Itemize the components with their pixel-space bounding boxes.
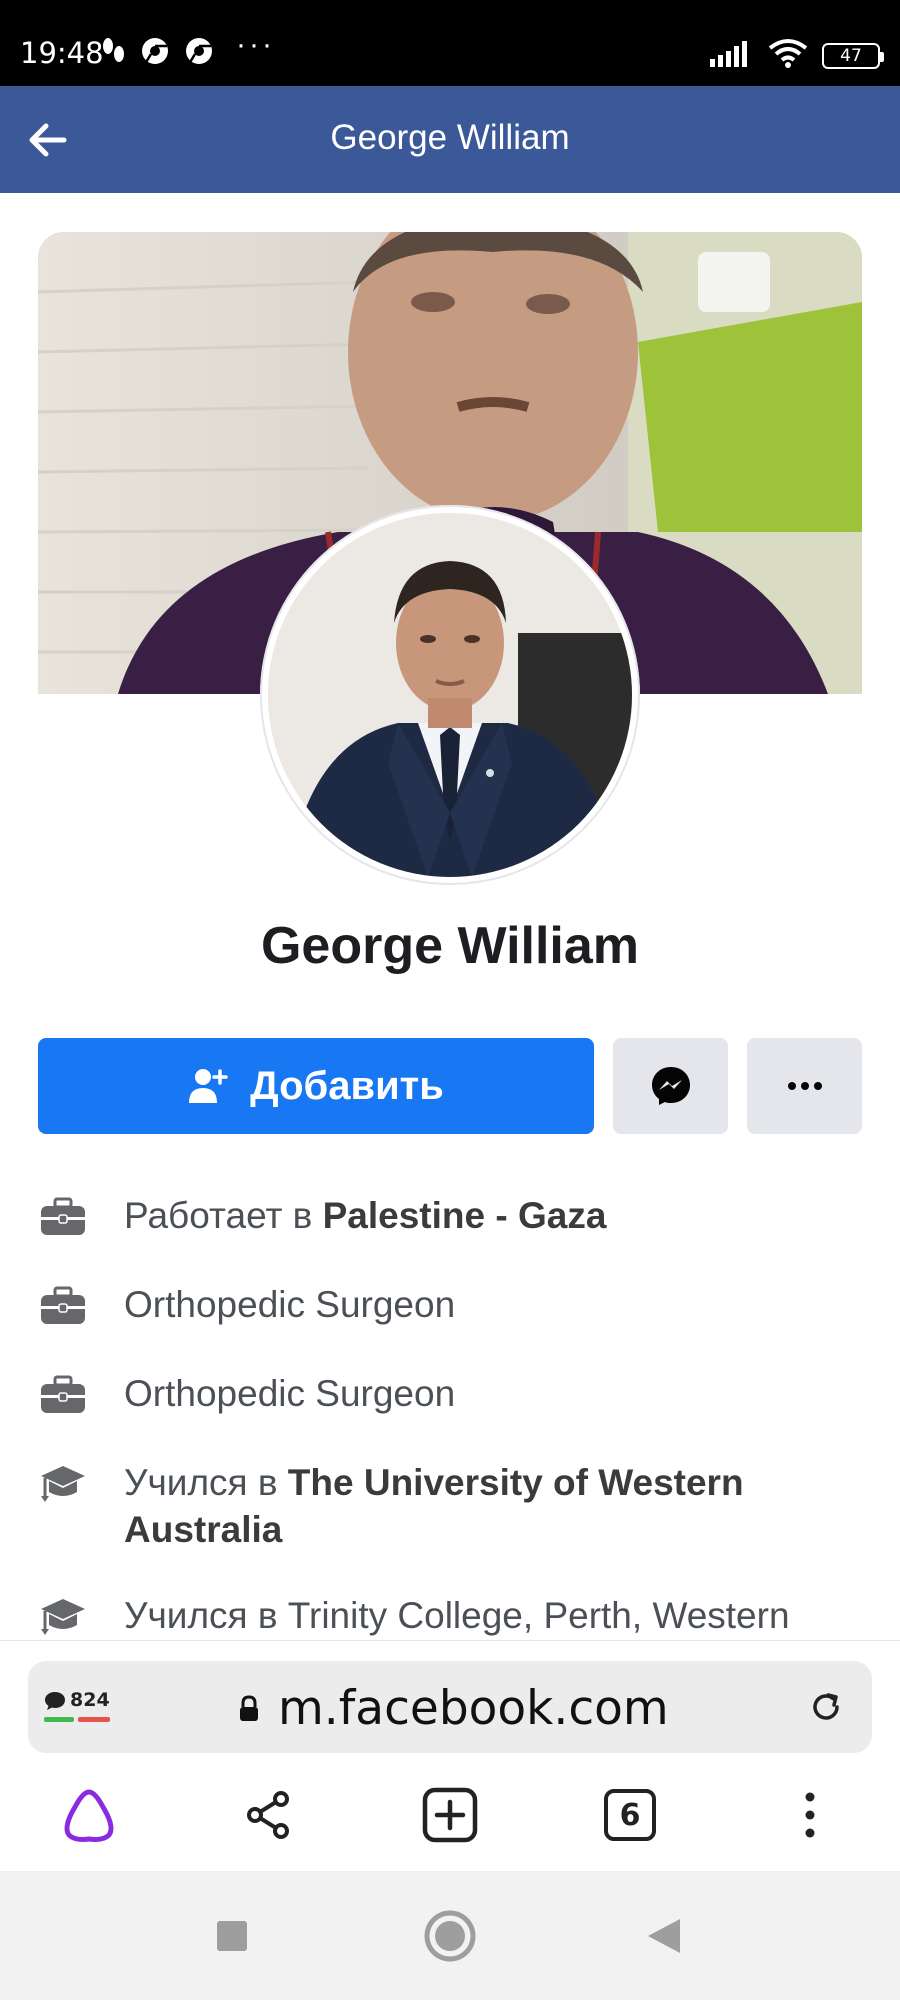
comment-bubble-icon: [45, 1692, 65, 1710]
profile-name: George William: [260, 917, 640, 975]
triangle-back-icon: [648, 1919, 680, 1953]
chrome-icon: [140, 36, 170, 71]
share-icon: [247, 1791, 289, 1839]
briefcase-icon: [38, 1192, 88, 1242]
square-icon: [217, 1921, 247, 1951]
comment-count: 824: [70, 1689, 110, 1711]
chrome-icon: [184, 36, 214, 71]
info-row-work: Работает в Palestine - Gaza: [38, 1192, 868, 1242]
info-row-education: Учился в The University of Western Austr…: [38, 1459, 868, 1553]
avatar-photo: [268, 513, 632, 877]
info-text: Работает в Palestine - Gaza: [124, 1195, 607, 1236]
info-row-position: Orthopedic Surgeon: [38, 1370, 868, 1420]
add-friend-label: Добавить: [250, 1063, 444, 1108]
lock-icon: [240, 1694, 258, 1721]
notification-icons: [100, 36, 214, 71]
recents-button[interactable]: [202, 1906, 262, 1966]
graduation-cap-icon: [38, 1592, 88, 1638]
add-friend-button[interactable]: Добавить: [38, 1038, 594, 1134]
status-bar: 19:48 ··· 47: [0, 0, 900, 86]
wifi-icon: [768, 38, 808, 73]
work-place-link[interactable]: Palestine - Gaza: [323, 1195, 607, 1236]
briefcase-icon: [38, 1370, 88, 1420]
home-button[interactable]: [420, 1906, 480, 1966]
url-text: m.facebook.com: [278, 1681, 669, 1736]
info-text: Orthopedic Surgeon: [124, 1284, 456, 1325]
new-tab-button[interactable]: [415, 1780, 485, 1850]
alice-icon: [64, 1789, 114, 1842]
browser-address-zone: 824 m.facebook.com: [0, 1640, 900, 1760]
app-header: George William: [0, 86, 900, 193]
home-circle-icon: [424, 1910, 476, 1962]
more-notifications-icon: ···: [236, 28, 275, 61]
reload-icon: [813, 1693, 839, 1720]
info-text: Учился в Trinity College, Perth, Western: [124, 1595, 790, 1636]
negative-rating-bar: [78, 1717, 110, 1722]
info-text: Orthopedic Surgeon: [124, 1373, 456, 1414]
more-vertical-icon: [805, 1792, 815, 1838]
profile-intro-list: Работает в Palestine - Gaza Orthopedic S…: [38, 1192, 868, 1638]
footprints-icon: [100, 36, 126, 71]
more-options-button[interactable]: [747, 1038, 862, 1134]
battery-icon: 47: [822, 42, 884, 69]
signal-icon: [710, 39, 754, 72]
add-friend-icon: [189, 1069, 228, 1103]
system-indicators: 47: [710, 38, 884, 73]
messenger-icon: [651, 1067, 690, 1105]
info-row-position: Orthopedic Surgeon: [38, 1281, 868, 1331]
url-display[interactable]: m.facebook.com: [238, 1681, 669, 1736]
browser-toolbar: 6: [0, 1760, 900, 1872]
header-title: George William: [330, 118, 570, 157]
tabs-button[interactable]: 6: [595, 1780, 665, 1850]
browser-menu-button[interactable]: [775, 1780, 845, 1850]
tabs-count: 6: [604, 1789, 656, 1841]
graduation-cap-icon: [38, 1459, 88, 1509]
plus-square-icon: [422, 1787, 478, 1843]
alice-button[interactable]: [54, 1780, 124, 1850]
back-nav-button[interactable]: [634, 1906, 694, 1966]
comments-badge[interactable]: 824: [44, 1685, 112, 1729]
profile-avatar[interactable]: [260, 505, 640, 885]
info-row-education: Учился в Trinity College, Perth, Western: [38, 1592, 868, 1638]
positive-rating-bar: [44, 1717, 74, 1722]
status-time: 19:48: [20, 36, 104, 70]
share-button[interactable]: [234, 1780, 304, 1850]
more-horizontal-icon: [787, 1082, 822, 1090]
briefcase-icon: [38, 1281, 88, 1331]
reload-button[interactable]: [806, 1687, 846, 1727]
info-text: Учился в The University of Western Austr…: [124, 1462, 744, 1550]
messenger-button[interactable]: [613, 1038, 728, 1134]
system-navigation-bar: [0, 1872, 900, 2000]
address-bar[interactable]: 824 m.facebook.com: [28, 1661, 872, 1753]
